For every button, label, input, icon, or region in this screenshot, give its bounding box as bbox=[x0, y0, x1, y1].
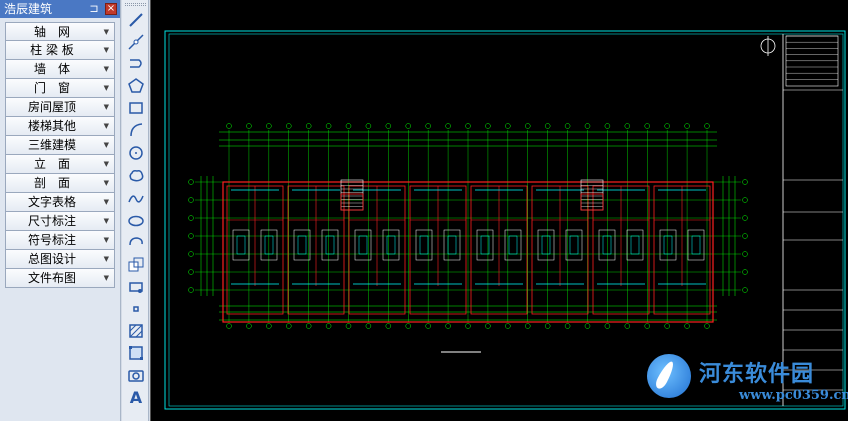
menu-item-label: 尺寸标注 bbox=[27, 214, 76, 228]
text-tool[interactable]: A bbox=[125, 387, 147, 407]
menu-item-room-roof[interactable]: 房间屋顶 ▼ bbox=[5, 98, 115, 117]
menu-item-label: 楼梯其他 bbox=[27, 119, 76, 133]
image-tool[interactable] bbox=[125, 365, 147, 385]
line-icon bbox=[129, 13, 143, 27]
menu-item-label: 门 窗 bbox=[33, 81, 70, 95]
construction-line-tool[interactable] bbox=[125, 32, 147, 52]
arc-tool[interactable] bbox=[125, 120, 147, 140]
insert-block-icon bbox=[128, 257, 144, 272]
ellipse-icon bbox=[128, 215, 144, 227]
menu-item-door-window[interactable]: 门 窗 ▼ bbox=[5, 79, 115, 98]
hatch-tool[interactable] bbox=[125, 321, 147, 341]
dropdown-arrow-icon: ▼ bbox=[103, 141, 109, 149]
ellipse-arc-icon bbox=[129, 237, 143, 246]
region-icon bbox=[129, 346, 143, 360]
menu-item-elevation[interactable]: 立 面 ▼ bbox=[5, 155, 115, 174]
spline-tool[interactable] bbox=[125, 189, 147, 209]
menu-item-label: 三维建模 bbox=[27, 138, 76, 152]
panel-titlebar: 浩辰建筑 ⊐ × bbox=[0, 0, 120, 18]
dropdown-arrow-icon: ▼ bbox=[103, 179, 109, 187]
watermark-title: 河东软件园 bbox=[699, 362, 815, 387]
menu-item-label: 文件布图 bbox=[27, 271, 76, 285]
menu-item-file-layout[interactable]: 文件布图 ▼ bbox=[5, 269, 115, 288]
point-icon bbox=[133, 306, 139, 312]
close-icon[interactable]: × bbox=[105, 3, 117, 15]
dropdown-arrow-icon: ▼ bbox=[103, 28, 109, 36]
dropdown-arrow-icon: ▼ bbox=[103, 198, 109, 206]
menu-item-label: 立 面 bbox=[33, 157, 70, 171]
menu-item-label: 房间屋顶 bbox=[27, 100, 76, 114]
dropdown-arrow-icon: ▼ bbox=[103, 160, 109, 168]
rectangle-icon bbox=[129, 102, 143, 114]
dropdown-arrow-icon: ▼ bbox=[103, 46, 109, 54]
draw-toolbar: A bbox=[122, 0, 149, 421]
dropdown-arrow-icon: ▼ bbox=[103, 65, 109, 73]
hatch-icon bbox=[129, 324, 143, 338]
spline-icon bbox=[128, 195, 144, 203]
panel-title: 浩辰建筑 bbox=[4, 2, 53, 16]
menu-item-dimension[interactable]: 尺寸标注 ▼ bbox=[5, 212, 115, 231]
menu-item-wall[interactable]: 墙 体 ▼ bbox=[5, 60, 115, 79]
menu-item-stairs-other[interactable]: 楼梯其他 ▼ bbox=[5, 117, 115, 136]
circle-icon bbox=[129, 146, 143, 160]
xline-icon bbox=[128, 34, 144, 50]
menu-item-column-beam-slab[interactable]: 柱 梁 板 ▼ bbox=[5, 41, 115, 60]
command-menu: 轴 网 ▼ 柱 梁 板 ▼ 墙 体 ▼ 门 窗 ▼ 房间屋顶 ▼ 楼梯其他 ▼ 三维建模 ▼ … bbox=[5, 22, 115, 288]
dropdown-arrow-icon: ▼ bbox=[103, 84, 109, 92]
make-block-tool[interactable] bbox=[125, 277, 147, 297]
ellipse-arc-tool[interactable] bbox=[125, 233, 147, 253]
menu-item-label: 剖 面 bbox=[33, 176, 70, 190]
menu-item-section[interactable]: 剖 面 ▼ bbox=[5, 174, 115, 193]
menu-item-axis-grid[interactable]: 轴 网 ▼ bbox=[5, 22, 115, 41]
menu-item-site-plan[interactable]: 总图设计 ▼ bbox=[5, 250, 115, 269]
ellipse-tool[interactable] bbox=[125, 211, 147, 231]
menu-item-label: 轴 网 bbox=[33, 25, 70, 39]
menu-item-3d-modeling[interactable]: 三维建模 ▼ bbox=[5, 136, 115, 155]
command-panel: 浩辰建筑 ⊐ × 轴 网 ▼ 柱 梁 板 ▼ 墙 体 ▼ 门 窗 ▼ 房间屋顶 ▼ 楼梯其… bbox=[0, 0, 121, 421]
polyline-icon bbox=[130, 59, 142, 68]
dropdown-arrow-icon: ▼ bbox=[103, 103, 109, 111]
menu-item-symbol[interactable]: 符号标注 ▼ bbox=[5, 231, 115, 250]
menu-item-label: 墙 体 bbox=[33, 62, 70, 76]
app-window: 浩辰建筑 ⊐ × 轴 网 ▼ 柱 梁 板 ▼ 墙 体 ▼ 门 窗 ▼ 房间屋顶 ▼ 楼梯其… bbox=[0, 0, 848, 421]
dropdown-arrow-icon: ▼ bbox=[103, 255, 109, 263]
rectangle-tool[interactable] bbox=[125, 98, 147, 118]
point-tool[interactable] bbox=[125, 299, 147, 319]
dropdown-arrow-icon: ▼ bbox=[103, 217, 109, 225]
polyline-tool[interactable] bbox=[125, 54, 147, 74]
insert-block-tool[interactable] bbox=[125, 255, 147, 275]
menu-item-label: 文字表格 bbox=[27, 195, 76, 209]
make-block-icon bbox=[129, 282, 143, 293]
polygon-tool[interactable] bbox=[125, 76, 147, 96]
region-tool[interactable] bbox=[125, 343, 147, 363]
arc-icon bbox=[130, 123, 143, 137]
drawing-canvas[interactable]: 河东软件园 www.pc0359.cn bbox=[150, 0, 848, 421]
line-tool[interactable] bbox=[125, 10, 147, 30]
menu-item-label: 柱 梁 板 bbox=[30, 43, 74, 57]
watermark: 河东软件园 www.pc0359.cn bbox=[641, 350, 848, 421]
menu-item-label: 符号标注 bbox=[27, 233, 76, 247]
floor-plan bbox=[188, 123, 748, 353]
cloud-icon bbox=[129, 170, 144, 182]
watermark-url: www.pc0359.cn bbox=[739, 388, 848, 403]
watermark-logo-icon bbox=[647, 354, 691, 398]
dropdown-arrow-icon: ▼ bbox=[103, 236, 109, 244]
pin-icon[interactable]: ⊐ bbox=[88, 2, 100, 16]
circle-tool[interactable] bbox=[125, 143, 147, 163]
polygon-icon bbox=[128, 78, 144, 93]
toolbar-grip[interactable] bbox=[125, 3, 146, 6]
camera-icon bbox=[128, 370, 144, 382]
dropdown-arrow-icon: ▼ bbox=[103, 274, 109, 282]
dropdown-arrow-icon: ▼ bbox=[103, 122, 109, 130]
menu-item-label: 总图设计 bbox=[27, 252, 76, 266]
menu-item-text-table[interactable]: 文字表格 ▼ bbox=[5, 193, 115, 212]
text-icon: A bbox=[129, 387, 143, 407]
revision-cloud-tool[interactable] bbox=[125, 166, 147, 186]
